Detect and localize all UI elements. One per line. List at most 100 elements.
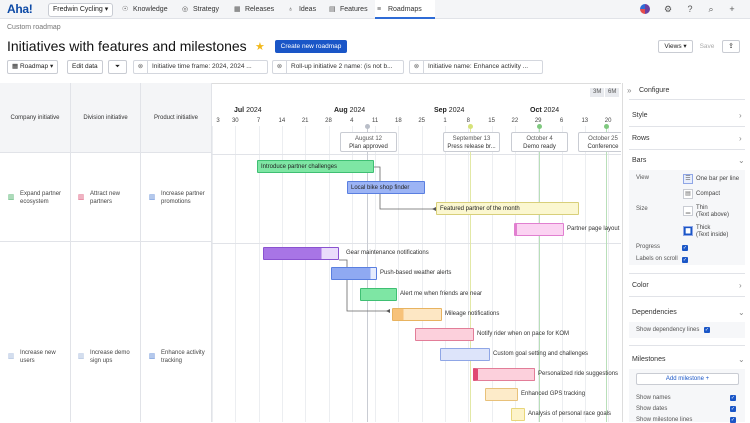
filter-chip-time-frame[interactable]: ⊗ Initiative time frame: 2024, 2024 ... — [133, 60, 268, 74]
chevron-right-icon[interactable]: › — [739, 111, 742, 120]
edit-data-button[interactable]: Edit data — [67, 60, 103, 74]
section-dependencies[interactable]: Dependencies — [632, 309, 677, 316]
top-navigation: Aha! Fredwin Cycling ▾ ☉ Knowledge ◎ Str… — [0, 0, 750, 19]
option-thin[interactable]: Thin (Text above) — [696, 205, 729, 219]
feature-label[interactable]: Mileage notifications — [445, 308, 499, 321]
feature-bar[interactable] — [473, 368, 535, 381]
aha-logo[interactable]: Aha! — [7, 2, 33, 16]
calendar-icon: ▦ — [234, 6, 241, 13]
compact-icon[interactable]: ▤ — [683, 189, 693, 199]
feature-label[interactable]: Alert me when friends are near — [400, 288, 482, 301]
show-names-checkbox[interactable]: ✓ — [730, 395, 736, 401]
feature-label[interactable]: Notify rider when on pace for KOM — [477, 328, 569, 341]
feature-bar[interactable] — [415, 328, 474, 341]
company-initiative-name[interactable]: Expand partner ecosystem — [20, 191, 68, 206]
add-icon[interactable]: + — [726, 3, 738, 15]
option-one-bar-per-line[interactable]: One bar per line — [696, 176, 739, 183]
feature-label[interactable]: Personalized ride suggestions — [538, 368, 618, 381]
section-rows[interactable]: Rows — [632, 135, 650, 142]
remove-filter-icon[interactable]: ⊗ — [273, 61, 287, 73]
feature-bar[interactable]: Local bike shop finder — [347, 181, 425, 194]
features-icon: ▤ — [329, 6, 336, 13]
save-button[interactable]: Save — [696, 40, 718, 53]
option-compact[interactable]: Compact — [696, 191, 720, 198]
company-initiative-name[interactable]: Increase new users — [20, 350, 68, 365]
one-bar-per-line-icon[interactable]: ☰ — [683, 174, 693, 184]
chevron-right-icon[interactable]: › — [739, 134, 742, 143]
star-icon[interactable]: ★ — [255, 40, 265, 53]
views-button[interactable]: Views ▾ — [658, 40, 693, 53]
section-bars[interactable]: Bars — [632, 157, 646, 164]
show-dependency-lines-checkbox[interactable]: ✓ — [704, 327, 710, 333]
section-milestones[interactable]: Milestones — [632, 356, 665, 363]
thin-bar-icon[interactable]: ▁ — [683, 206, 693, 216]
remove-filter-icon[interactable]: ⊗ — [410, 61, 424, 73]
feature-bar[interactable] — [514, 223, 564, 236]
search-icon[interactable]: ⌕ — [705, 3, 717, 15]
feature-label[interactable]: Push-based weather alerts — [380, 267, 451, 280]
product-initiative-name[interactable]: Enhance activity tracking — [161, 350, 209, 365]
progress-checkbox[interactable]: ✓ — [682, 245, 688, 251]
feature-label[interactable]: Custom goal setting and challenges — [493, 348, 588, 361]
target-icon: ◎ — [182, 6, 189, 13]
filter-chip-initiative-name[interactable]: ⊗ Initiative name: Enhance activity ... — [409, 60, 543, 74]
feature-bar[interactable] — [331, 267, 377, 280]
chevron-down-icon[interactable]: ⌄ — [738, 308, 745, 317]
feature-bar[interactable] — [360, 288, 397, 301]
nav-knowledge[interactable]: ☉ Knowledge — [120, 0, 168, 19]
roadmap-icon: ▦ — [12, 63, 20, 70]
labels-on-scroll-label: Labels on scroll — [636, 256, 678, 262]
show-dates-checkbox[interactable]: ✓ — [730, 406, 736, 412]
division-initiative-name[interactable]: Increase demo sign ups — [90, 350, 138, 365]
feature-label[interactable]: Analysis of personal race goals — [528, 408, 611, 421]
feature-label[interactable]: Enhanced GPS tracking — [521, 388, 585, 401]
idea-icon: ♁ — [288, 6, 294, 13]
remove-filter-icon[interactable]: ⊗ — [134, 61, 148, 73]
nav-roadmaps[interactable]: ≡ Roadmaps — [375, 0, 435, 19]
show-milestone-lines-checkbox[interactable]: ✓ — [730, 417, 736, 423]
section-color[interactable]: Color — [632, 282, 649, 289]
thick-bar-icon[interactable]: ▆ — [683, 226, 693, 236]
column-header-division: Division initiative — [71, 83, 141, 153]
feature-bar[interactable] — [440, 348, 490, 361]
roadmap-icon: ≡ — [377, 6, 382, 13]
collapse-panel-icon[interactable]: » — [627, 86, 631, 95]
initiative-chart-icon: ▥ — [148, 353, 156, 360]
user-avatar[interactable] — [640, 4, 650, 14]
nav-features[interactable]: ▤ Features — [327, 0, 368, 19]
filter-chip-rollup[interactable]: ⊗ Roll-up initiative 2 name: (is not b... — [272, 60, 404, 74]
column-header-company: Company initiative — [0, 83, 71, 153]
feature-bar[interactable] — [511, 408, 525, 421]
feature-bar[interactable]: Featured partner of the month — [436, 202, 579, 215]
settings-icon[interactable]: ⚙ — [662, 3, 674, 15]
roadmap-timeline[interactable]: 3M 6M Jul 2024 Aug 2024 Sep 2024 Oct 202… — [212, 83, 621, 422]
feature-label[interactable]: Partner page layout ... — [567, 223, 621, 236]
configure-panel: » Configure Style › Rows › Bars ⌄ View ☰… — [622, 83, 750, 423]
product-initiative-name[interactable]: Increase partner promotions — [161, 191, 209, 206]
breadcrumb[interactable]: Custom roadmap — [7, 24, 61, 31]
feature-bar[interactable] — [392, 308, 442, 321]
feature-bar[interactable] — [485, 388, 518, 401]
nav-strategy[interactable]: ◎ Strategy — [180, 0, 219, 19]
chevron-right-icon[interactable]: › — [739, 281, 742, 290]
page-title: Initiatives with features and milestones — [7, 38, 247, 54]
feature-bar[interactable] — [263, 247, 339, 260]
nav-releases[interactable]: ▦ Releases — [232, 0, 274, 19]
option-thick[interactable]: Thick (Text inside) — [696, 225, 728, 239]
create-roadmap-button[interactable]: Create new roadmap — [275, 40, 347, 53]
nav-ideas[interactable]: ♁ Ideas — [286, 0, 316, 19]
section-style[interactable]: Style — [632, 112, 648, 119]
roadmap-menu-button[interactable]: ▦ Roadmap ▾ — [7, 60, 59, 74]
share-icon[interactable]: ⇪ — [722, 40, 740, 53]
chevron-down-icon[interactable]: ⌄ — [738, 355, 745, 364]
add-milestone-button[interactable]: Add milestone + — [636, 373, 739, 385]
labels-on-scroll-checkbox[interactable]: ✓ — [682, 257, 688, 263]
feature-label[interactable]: Gear maintenance notifications — [346, 247, 429, 260]
feature-bar[interactable]: Introduce partner challenges — [257, 160, 374, 173]
filter-icon[interactable]: ⏷ — [108, 60, 127, 74]
chevron-down-icon[interactable]: ⌄ — [738, 156, 745, 165]
division-initiative-name[interactable]: Attract new partners — [90, 191, 138, 206]
help-icon[interactable]: ? — [684, 3, 696, 15]
initiative-chart-icon: ▥ — [77, 194, 85, 201]
workspace-selector[interactable]: Fredwin Cycling ▾ — [48, 3, 114, 17]
